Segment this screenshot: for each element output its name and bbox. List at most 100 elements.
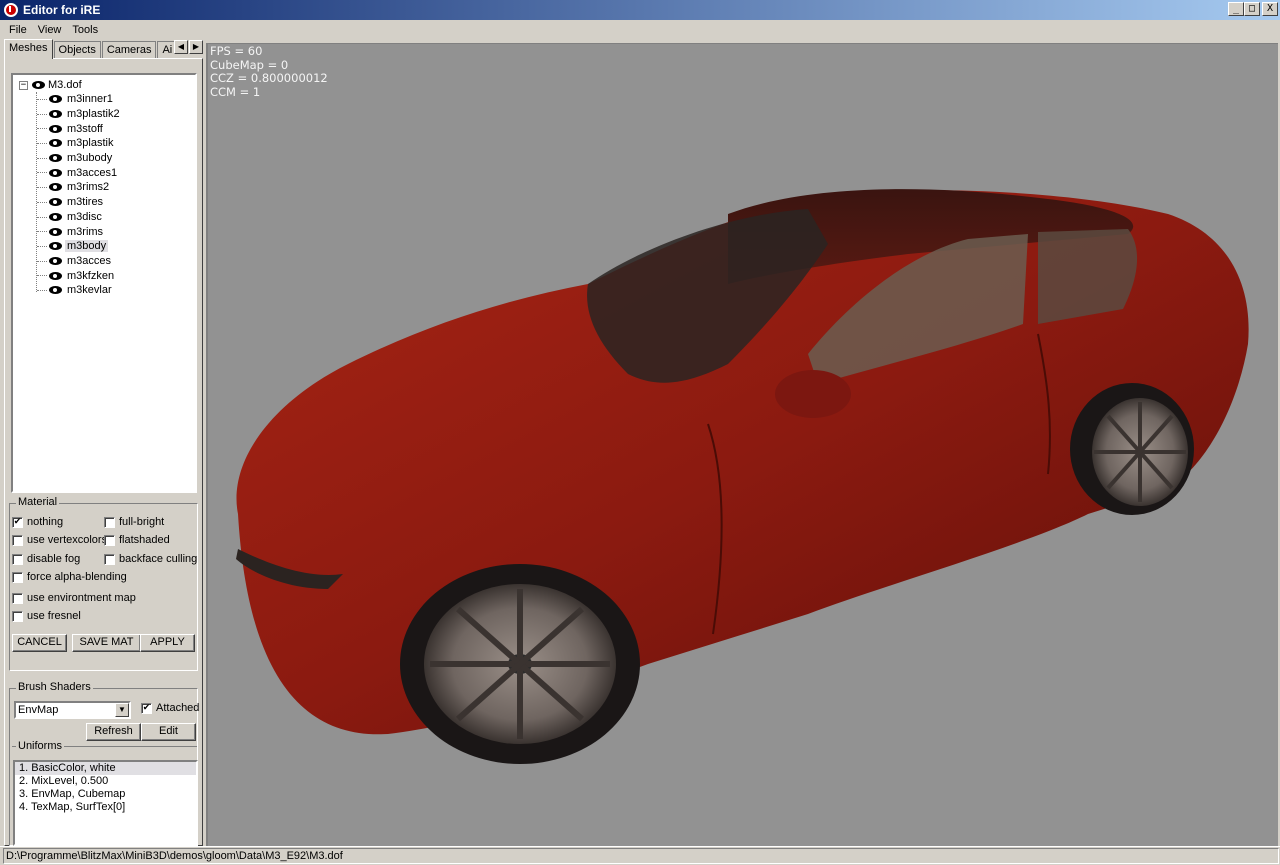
use-vertexcolors-checkbox[interactable]: use vertexcolors	[12, 534, 107, 546]
mesh-tree[interactable]: − M3.dof m3inner1 m3plastik2 m3stoff m3plas…	[11, 73, 197, 493]
menu-bar: File View Tools	[0, 20, 1280, 39]
tree-item-label: m3kfzken	[67, 269, 115, 282]
flatshaded-check-icon[interactable]	[104, 534, 115, 546]
attached-checkbox[interactable]: ✔ Attached	[141, 702, 199, 714]
attached-check-icon[interactable]: ✔	[141, 702, 152, 714]
tree-item[interactable]: m3acces1	[37, 165, 122, 180]
chevron-down-icon[interactable]: ▼	[115, 703, 129, 717]
tab-meshes[interactable]: Meshes	[4, 39, 53, 59]
close-button[interactable]: X	[1262, 2, 1278, 16]
tree-root[interactable]: − M3.dof	[19, 78, 82, 92]
tree-item[interactable]: m3body	[37, 239, 122, 254]
nothing-checkbox[interactable]: ✔ nothing	[12, 516, 63, 528]
uniforms-divider: Uniforms	[12, 740, 197, 752]
tree-item-label: m3rims2	[67, 181, 110, 194]
full-bright-check-icon[interactable]	[104, 516, 115, 528]
brush-shaders-group: Brush Shaders EnvMap ▼ ✔ Attached Refres…	[9, 681, 199, 846]
tree-item-label: m3inner1	[67, 93, 113, 106]
minimize-button[interactable]: _	[1228, 2, 1244, 16]
cancel-button[interactable]: CANCEL	[12, 634, 67, 652]
menu-file[interactable]: File	[4, 24, 33, 36]
tree-children: m3inner1 m3plastik2 m3stoff m3plastik m3ubod…	[36, 92, 122, 296]
tab-cameras[interactable]: Cameras	[101, 41, 157, 59]
menu-view[interactable]: View	[33, 24, 68, 36]
tree-item[interactable]: m3tires	[37, 195, 122, 210]
tree-item-label: m3kevlar	[67, 284, 112, 297]
status-path: D:\Programme\BlitzMax\MiniB3D\demos\gloo…	[3, 848, 1279, 864]
uniform-item[interactable]: 1. BasicColor, white	[15, 762, 196, 775]
maximize-button[interactable]: □	[1244, 2, 1260, 16]
eye-icon[interactable]	[49, 124, 62, 133]
tree-item-label: m3plastik2	[67, 108, 120, 121]
tree-item[interactable]: m3kevlar	[37, 283, 122, 298]
tree-item[interactable]: m3rims	[37, 224, 122, 239]
tree-item[interactable]: m3kfzken	[37, 268, 122, 283]
use-vertexcolors-check-icon[interactable]	[12, 534, 23, 546]
uniforms-label: Uniforms	[16, 740, 65, 752]
refresh-button[interactable]: Refresh	[86, 723, 141, 741]
hud-fps: FPS = 60	[210, 44, 263, 58]
apply-button[interactable]: APPLY	[140, 634, 195, 652]
disable-fog-checkbox[interactable]: disable fog	[12, 553, 80, 565]
menu-tools[interactable]: Tools	[67, 24, 104, 36]
material-legend: Material	[16, 496, 60, 508]
3d-viewport[interactable]: FPS = 60 CubeMap = 0 CCZ = 0.800000012 C…	[206, 43, 1278, 846]
app-icon	[4, 3, 18, 17]
tree-item[interactable]: m3ubody	[37, 151, 122, 166]
uniform-item[interactable]: 4. TexMap, SurfTex[0]	[15, 801, 196, 814]
uniform-item[interactable]: 3. EnvMap, Cubemap	[15, 788, 196, 801]
tree-item[interactable]: m3stoff	[37, 121, 122, 136]
tab-scroll-left-icon[interactable]: ◀	[174, 40, 188, 54]
eye-icon[interactable]	[49, 95, 62, 104]
tree-item[interactable]: m3acces	[37, 254, 122, 269]
tree-item[interactable]: m3plastik2	[37, 107, 122, 122]
eye-icon[interactable]	[49, 242, 62, 251]
brush-shaders-legend: Brush Shaders	[16, 681, 93, 693]
tree-item-label: m3stoff	[67, 122, 103, 135]
eye-icon[interactable]	[49, 110, 62, 119]
eye-icon[interactable]	[49, 154, 62, 163]
nothing-check-icon[interactable]: ✔	[12, 516, 23, 528]
status-bar: D:\Programme\BlitzMax\MiniB3D\demos\gloo…	[0, 846, 1280, 865]
full-bright-checkbox[interactable]: full-bright	[104, 516, 164, 528]
use-fresnel-check-icon[interactable]	[12, 610, 23, 622]
eye-icon[interactable]	[49, 286, 62, 295]
edit-button[interactable]: Edit	[141, 723, 196, 741]
shader-select[interactable]: EnvMap ▼	[14, 701, 131, 719]
use-fresnel-checkbox[interactable]: use fresnel	[12, 610, 81, 622]
window-controls: _ □ X	[1228, 2, 1278, 16]
tree-item[interactable]: m3disc	[37, 210, 122, 225]
tree-item[interactable]: m3plastik	[37, 136, 122, 151]
disable-fog-check-icon[interactable]	[12, 553, 23, 565]
save-mat-button[interactable]: SAVE MAT	[72, 634, 141, 652]
tab-objects[interactable]: Objects	[53, 41, 101, 59]
material-group: Material ✔ nothing full-bright use verte…	[9, 496, 198, 671]
tree-item-label: m3disc	[67, 210, 102, 223]
force-alpha-check-icon[interactable]	[12, 571, 23, 583]
tree-item[interactable]: m3inner1	[37, 92, 122, 107]
eye-icon[interactable]	[49, 212, 62, 221]
eye-icon[interactable]	[49, 198, 62, 207]
backface-culling-check-icon[interactable]	[104, 553, 115, 565]
tree-item-label: m3rims	[67, 225, 104, 238]
flatshaded-checkbox[interactable]: flatshaded	[104, 534, 170, 546]
tree-item[interactable]: m3rims2	[37, 180, 122, 195]
use-envmap-check-icon[interactable]	[12, 592, 23, 604]
eye-icon[interactable]	[49, 183, 62, 192]
use-envmap-checkbox[interactable]: use environtment map	[12, 592, 136, 604]
tab-scroll-right-icon[interactable]: ▶	[189, 40, 203, 54]
backface-culling-checkbox[interactable]: backface culling	[104, 553, 197, 565]
uniform-item[interactable]: 2. MixLevel, 0.500	[15, 775, 196, 788]
uniforms-list[interactable]: 1. BasicColor, white 2. MixLevel, 0.500 3.…	[13, 760, 198, 846]
force-alpha-checkbox[interactable]: force alpha-blending	[12, 571, 127, 583]
collapse-icon[interactable]: −	[19, 80, 28, 90]
eye-icon[interactable]	[49, 256, 62, 265]
eye-icon[interactable]	[49, 139, 62, 148]
tree-item-label: m3tires	[67, 196, 104, 209]
car-render	[236, 189, 1249, 764]
eye-icon[interactable]	[32, 81, 45, 89]
shader-select-value: EnvMap	[18, 704, 59, 716]
eye-icon[interactable]	[49, 168, 62, 177]
eye-icon[interactable]	[49, 227, 62, 236]
eye-icon[interactable]	[49, 271, 62, 280]
